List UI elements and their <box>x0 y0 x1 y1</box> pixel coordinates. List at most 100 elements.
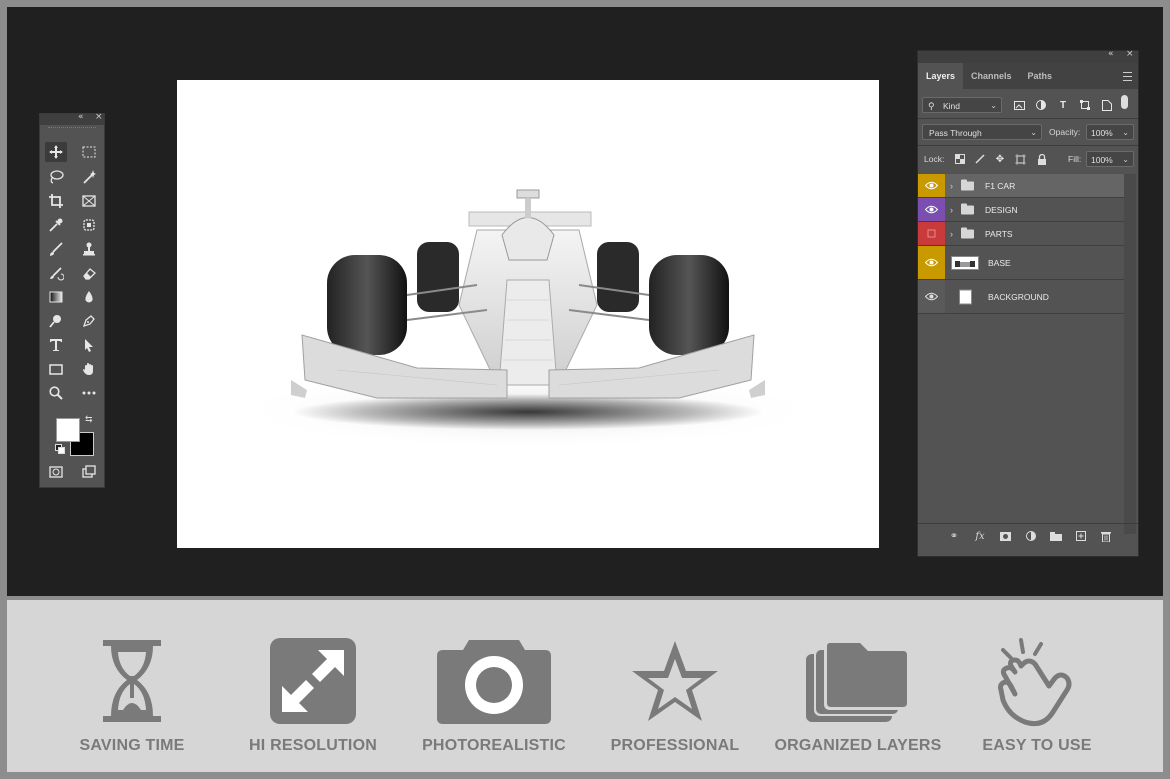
lasso-tool-icon[interactable] <box>45 167 67 187</box>
folder-icon <box>961 227 974 238</box>
feature-label: EASY TO USE <box>982 737 1092 754</box>
visibility-toggle[interactable] <box>918 198 945 221</box>
lock-row: Lock: ✥ Fill: 100% ⌄ <box>918 146 1138 172</box>
dodge-tool-icon[interactable] <box>45 311 67 331</box>
type-tool-icon[interactable] <box>45 335 67 355</box>
feature-easy-to-use: EASY TO USE <box>952 600 1122 772</box>
marquee-tool-icon[interactable] <box>78 142 100 162</box>
chevron-down-icon: ⌄ <box>990 101 997 110</box>
blur-tool-icon[interactable] <box>78 287 100 307</box>
layers-list: › F1 CAR › DESIGN › PARTS BASE BACKGROUN… <box>918 174 1124 314</box>
filter-shape-icon[interactable] <box>1079 99 1091 111</box>
folder-icon <box>961 203 974 214</box>
chevron-down-icon: ⌄ <box>1122 128 1129 137</box>
brush-tool-icon[interactable] <box>45 239 67 259</box>
hand-tool-icon[interactable] <box>78 359 100 379</box>
foreground-color-swatch[interactable] <box>56 418 80 442</box>
tab-channels[interactable]: Channels <box>963 63 1020 89</box>
visibility-toggle[interactable] <box>918 222 945 245</box>
filter-type-icon[interactable]: T <box>1057 99 1069 111</box>
crop-tool-icon[interactable] <box>45 191 67 211</box>
healing-brush-tool-icon[interactable] <box>78 215 100 235</box>
path-selection-tool-icon[interactable] <box>78 335 100 355</box>
layer-row-background[interactable]: BACKGROUND <box>918 280 1124 314</box>
filter-smart-object-icon[interactable] <box>1101 99 1113 111</box>
opacity-field[interactable]: 100% ⌄ <box>1086 124 1134 140</box>
features-band: SAVING TIME HI RESOLUTION PHOTOREALISTIC <box>7 600 1163 772</box>
layer-name: BACKGROUND <box>988 291 1049 302</box>
more-tools-icon[interactable] <box>78 383 100 403</box>
panel-menu-icon[interactable] <box>1123 72 1132 81</box>
tap-hand-icon <box>998 638 1072 727</box>
camera-icon <box>437 640 551 724</box>
frame-tool-icon[interactable] <box>78 191 100 211</box>
star-icon <box>632 641 718 721</box>
tools-panel-header[interactable]: « × <box>40 112 104 125</box>
layer-row-base[interactable]: BASE <box>918 246 1124 280</box>
magic-wand-tool-icon[interactable] <box>78 167 100 187</box>
visibility-toggle[interactable] <box>918 280 945 313</box>
visibility-toggle[interactable] <box>918 174 945 197</box>
chevron-right-icon[interactable]: › <box>950 181 953 191</box>
close-icon[interactable]: × <box>95 112 103 122</box>
gradient-tool-icon[interactable] <box>45 287 67 307</box>
new-layer-icon[interactable] <box>1075 530 1087 542</box>
layers-footer: ⚭ fx <box>918 523 1138 548</box>
blend-mode-select[interactable]: Pass Through ⌄ <box>922 124 1042 140</box>
filter-pixel-icon[interactable] <box>1013 99 1025 111</box>
fill-label: Fill: <box>1068 154 1082 164</box>
layer-row-design[interactable]: › DESIGN <box>918 198 1124 222</box>
layer-row-f1-car[interactable]: › F1 CAR <box>918 174 1124 198</box>
document-canvas[interactable] <box>177 80 879 548</box>
stacked-folders-icon <box>806 640 910 722</box>
layer-row-parts[interactable]: › PARTS <box>918 222 1124 246</box>
collapse-icon[interactable]: « <box>1108 49 1114 59</box>
visibility-toggle[interactable] <box>918 246 945 279</box>
folder-icon <box>961 179 974 190</box>
new-group-icon[interactable] <box>1050 530 1062 542</box>
chevron-right-icon[interactable]: › <box>950 229 953 239</box>
feature-label: ORGANIZED LAYERS <box>774 737 942 754</box>
quick-mask-icon[interactable] <box>45 462 67 482</box>
history-brush-tool-icon[interactable] <box>45 263 67 283</box>
eraser-tool-icon[interactable] <box>78 263 100 283</box>
zoom-tool-icon[interactable] <box>45 383 67 403</box>
filter-toggle[interactable] <box>1121 95 1128 109</box>
blend-mode-value: Pass Through <box>929 128 982 138</box>
layer-name: F1 CAR <box>985 180 1016 191</box>
layers-panel-header[interactable]: « × <box>918 49 1138 63</box>
tab-layers[interactable]: Layers <box>918 63 964 89</box>
filter-kind-value: Kind <box>943 101 961 111</box>
feature-professional: PROFESSIONAL <box>590 600 760 772</box>
close-icon[interactable]: × <box>1126 49 1134 59</box>
collapse-icon[interactable]: « <box>78 112 84 122</box>
filter-adjustment-icon[interactable] <box>1035 99 1047 111</box>
feature-saving-time: SAVING TIME <box>47 600 217 772</box>
clone-stamp-tool-icon[interactable] <box>78 239 100 259</box>
add-mask-icon[interactable] <box>999 530 1011 542</box>
rectangle-tool-icon[interactable] <box>45 359 67 379</box>
lock-all-icon[interactable] <box>1036 153 1048 165</box>
lock-artboard-icon[interactable] <box>1014 153 1026 165</box>
filter-kind-select[interactable]: ⚲ Kind ⌄ <box>922 97 1002 113</box>
swap-colors-icon[interactable]: ⇆ <box>85 414 93 425</box>
layer-effects-icon[interactable]: fx <box>974 530 986 542</box>
default-colors-icon[interactable] <box>55 444 65 454</box>
tools-panel-grip[interactable] <box>48 127 96 134</box>
chevron-right-icon[interactable]: › <box>950 205 953 215</box>
fill-field[interactable]: 100% ⌄ <box>1086 151 1134 167</box>
link-layers-icon[interactable]: ⚭ <box>948 530 960 542</box>
eyedropper-tool-icon[interactable] <box>45 215 67 235</box>
delete-layer-icon[interactable] <box>1100 530 1112 542</box>
tab-paths[interactable]: Paths <box>1020 63 1061 89</box>
layers-scrollbar[interactable] <box>1124 174 1136 534</box>
lock-transparent-icon[interactable] <box>954 153 966 165</box>
pen-tool-icon[interactable] <box>78 311 100 331</box>
lock-label: Lock: <box>924 154 945 164</box>
opacity-label: Opacity: <box>1049 127 1081 137</box>
screen-mode-icon[interactable] <box>78 462 100 482</box>
lock-position-icon[interactable]: ✥ <box>994 153 1006 165</box>
lock-pixels-icon[interactable] <box>974 153 986 165</box>
new-adjustment-layer-icon[interactable] <box>1025 530 1037 542</box>
move-tool-icon[interactable] <box>45 142 67 162</box>
